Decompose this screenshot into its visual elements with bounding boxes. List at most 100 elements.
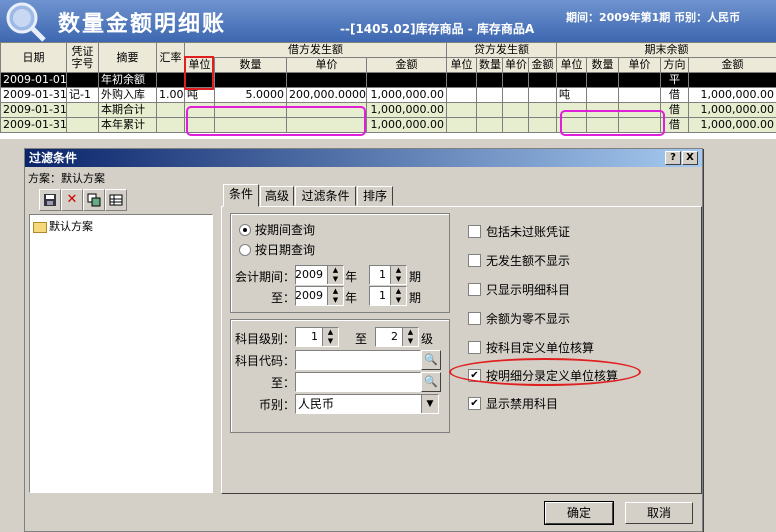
scheme-tree[interactable]: 默认方案 xyxy=(29,214,213,493)
credit-group-header: 贷方发生额 xyxy=(447,43,557,58)
cell-ending-price xyxy=(619,88,661,103)
col-ending-qty[interactable]: 数量 xyxy=(587,58,619,73)
radio-by-date[interactable] xyxy=(239,244,251,256)
cell-ending-amount: 1,000,000.00 xyxy=(689,88,776,103)
radio-by-period-label: 按期间查询 xyxy=(255,221,315,238)
cell-date: 2009-01-31 xyxy=(1,88,67,103)
checkbox-hide-no-activity[interactable] xyxy=(468,254,481,267)
cancel-button[interactable]: 取消 xyxy=(625,502,693,524)
cell-summary: 本期合计 xyxy=(99,103,157,118)
col-debit-price[interactable]: 单价 xyxy=(287,58,367,73)
cell-rate xyxy=(157,73,185,88)
stepper-arrows-icon[interactable]: ▲▼ xyxy=(390,287,406,305)
cell-ending-qty xyxy=(587,88,619,103)
year-unit-label: 年 xyxy=(345,268,357,285)
checkbox-show-disabled[interactable]: ✔ xyxy=(468,397,481,410)
col-rate-header[interactable]: 汇率 xyxy=(157,43,185,73)
cell-date: 2009-01-31 xyxy=(1,118,67,133)
tab-filter-conditions[interactable]: 过滤条件 xyxy=(295,186,356,206)
col-ending-price[interactable]: 单价 xyxy=(619,58,661,73)
col-ending-direction[interactable]: 方向 xyxy=(661,58,689,73)
cell-credit-amount xyxy=(529,118,557,133)
account-code-from-input[interactable] xyxy=(295,350,421,370)
header-row-top: 日期 凭证字号 摘要 汇率 借方发生额 贷方发生额 期末余额 xyxy=(1,43,776,58)
account-code-to-input[interactable] xyxy=(295,372,421,392)
stepper-arrows-icon[interactable]: ▲▼ xyxy=(322,328,338,346)
debit-group-header: 借方发生额 xyxy=(185,43,447,58)
col-ending-amount[interactable]: 金额 xyxy=(689,58,776,73)
col-credit-unit[interactable]: 单位 xyxy=(447,58,477,73)
currency-select[interactable]: 人民币 ▼ xyxy=(295,394,439,414)
filter-dialog: 过滤条件 ? X 方案：默认方案 ✕ 默认方案 条件 高级 过滤条件 排序 按期… xyxy=(24,148,703,532)
col-credit-qty[interactable]: 数量 xyxy=(477,58,503,73)
period-to-value: 1 xyxy=(379,287,386,305)
lookup-icon[interactable]: 🔍 xyxy=(421,372,441,392)
account-subtitle: --[1405.02]库存商品 - 库存商品A xyxy=(340,20,534,37)
copy-scheme-icon[interactable] xyxy=(83,189,105,211)
period-currency-info: 期间：2009年第1期 币别：人民币 xyxy=(566,9,740,25)
magnifier-logo-icon xyxy=(0,0,52,42)
close-button[interactable]: X xyxy=(682,151,698,165)
checkbox-include-unposted[interactable] xyxy=(468,225,481,238)
checkbox-detail-only[interactable] xyxy=(468,283,481,296)
cell-rate xyxy=(157,118,185,133)
level-to-label: 至 xyxy=(355,330,367,347)
cell-debit-qty: 5.0000 xyxy=(215,88,287,103)
table-row[interactable]: 2009-01-31 记-1 外购入库 1.00 吨 5.0000 200,00… xyxy=(1,88,776,103)
cell-date: 2009-01-01 xyxy=(1,73,67,88)
help-button[interactable]: ? xyxy=(665,151,681,165)
cell-credit-qty xyxy=(477,118,503,133)
stepper-arrows-icon[interactable]: ▲▼ xyxy=(390,266,406,284)
cell-direction: 平 xyxy=(661,73,689,88)
ending-empty-highlight xyxy=(560,110,665,136)
col-summary-header[interactable]: 摘要 xyxy=(99,43,157,73)
tab-conditions[interactable]: 条件 xyxy=(223,184,259,207)
level-from-stepper[interactable]: 1▲▼ xyxy=(295,327,339,347)
cell-rate xyxy=(157,103,185,118)
year-to-stepper[interactable]: 2009▲▼ xyxy=(295,286,344,306)
checkbox-hide-zero-balance[interactable] xyxy=(468,312,481,325)
tree-item-default-scheme[interactable]: 默认方案 xyxy=(33,218,93,234)
cell-ending-price xyxy=(619,73,661,88)
cell-ending-unit: 吨 xyxy=(557,88,587,103)
ledger-grid[interactable]: 日期 凭证字号 摘要 汇率 借方发生额 贷方发生额 期末余额 单位 数量 单价 … xyxy=(0,42,776,139)
period-from-stepper[interactable]: 1▲▼ xyxy=(369,265,407,285)
col-debit-amount[interactable]: 金额 xyxy=(367,58,447,73)
ok-button[interactable]: 确定 xyxy=(545,502,613,524)
stepper-arrows-icon[interactable]: ▲▼ xyxy=(402,328,418,346)
col-ending-unit[interactable]: 单位 xyxy=(557,58,587,73)
radio-by-period[interactable] xyxy=(239,224,251,236)
year-from-stepper[interactable]: 2009▲▼ xyxy=(295,265,344,285)
checkbox-account-unit[interactable] xyxy=(468,341,481,354)
col-date-header[interactable]: 日期 xyxy=(1,43,67,73)
table-row[interactable]: 2009-01-01 年初余额 平 xyxy=(1,73,776,88)
save-icon[interactable] xyxy=(39,189,61,211)
cell-voucher: 记-1 xyxy=(67,88,99,103)
cell-credit-qty xyxy=(477,73,503,88)
level-from-value: 1 xyxy=(311,328,318,346)
cell-summary: 外购入库 xyxy=(99,88,157,103)
tab-sort[interactable]: 排序 xyxy=(357,186,393,206)
cell-ending-unit xyxy=(557,73,587,88)
checkbox-hide-zero-balance-label: 余额为零不显示 xyxy=(486,310,570,327)
tab-advanced[interactable]: 高级 xyxy=(260,186,294,206)
grid-settings-icon[interactable] xyxy=(105,189,127,211)
chevron-down-icon[interactable]: ▼ xyxy=(421,395,438,413)
stepper-arrows-icon[interactable]: ▲▼ xyxy=(327,287,343,305)
col-voucher-header[interactable]: 凭证字号 xyxy=(67,43,99,73)
col-credit-amount[interactable]: 金额 xyxy=(529,58,557,73)
unit-column-highlight xyxy=(184,56,214,90)
checkbox-include-unposted-label: 包括未过账凭证 xyxy=(486,223,570,240)
lookup-icon[interactable]: 🔍 xyxy=(421,350,441,370)
col-credit-price[interactable]: 单价 xyxy=(503,58,529,73)
period-to-stepper[interactable]: 1▲▼ xyxy=(369,286,407,306)
cell-debit-amount: 1,000,000.00 xyxy=(367,88,447,103)
level-to-stepper[interactable]: 2▲▼ xyxy=(375,327,419,347)
col-debit-qty[interactable]: 数量 xyxy=(215,58,287,73)
period-from-label: 会计期间： xyxy=(235,268,295,285)
cell-ending-amount xyxy=(689,73,776,88)
stepper-arrows-icon[interactable]: ▲▼ xyxy=(327,266,343,284)
delete-icon[interactable]: ✕ xyxy=(61,189,83,211)
cell-debit-price xyxy=(287,73,367,88)
cell-voucher xyxy=(67,103,99,118)
